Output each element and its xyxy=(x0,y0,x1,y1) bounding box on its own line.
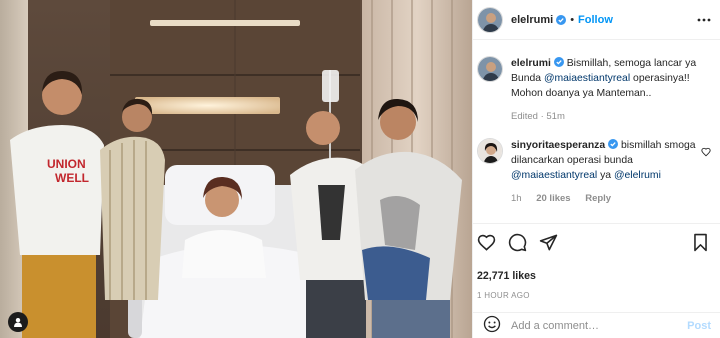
comment-icon[interactable] xyxy=(508,233,527,252)
emoji-icon[interactable] xyxy=(483,315,501,336)
post-comment-button[interactable]: Post xyxy=(687,320,711,332)
verified-icon xyxy=(553,57,564,67)
caption-row: elelrumi Bismillah, semoga lancar ya Bun… xyxy=(473,56,720,124)
action-icons xyxy=(477,232,709,252)
comment-reply-button[interactable]: Reply xyxy=(585,193,611,204)
add-comment-bar: Post xyxy=(473,312,720,338)
post-header: elelrumi • Follow xyxy=(473,0,720,40)
instagram-post: UNION WELL elelrumi • Follow elelrumi Bi… xyxy=(0,0,720,338)
bookmark-icon[interactable] xyxy=(692,233,709,252)
comment-text: sinyoritaesperanza bismillah smoga dilan… xyxy=(511,138,701,206)
comments-list: elelrumi Bismillah, semoga lancar ya Bun… xyxy=(473,56,720,206)
caption-mention[interactable]: @maiaestiantyreal xyxy=(544,73,630,84)
separator-dot: • xyxy=(570,13,575,26)
comment-username[interactable]: sinyoritaesperanza xyxy=(511,140,605,151)
svg-text:UNION: UNION xyxy=(47,157,86,171)
user-tag-icon[interactable] xyxy=(8,312,28,332)
comment-body-2: ya xyxy=(597,170,614,181)
follow-button[interactable]: Follow xyxy=(578,14,613,26)
post-side-panel: elelrumi • Follow elelrumi Bismillah, se… xyxy=(472,0,720,338)
comment-meta: 1h 20 likes Reply xyxy=(511,191,701,206)
share-icon[interactable] xyxy=(539,233,558,252)
post-timestamp: 1 HOUR AGO xyxy=(477,291,530,300)
post-actions: 22,771 likes 1 HOUR AGO xyxy=(473,223,720,300)
post-photo[interactable]: UNION WELL xyxy=(0,0,472,338)
avatar[interactable] xyxy=(477,56,503,82)
comment-input[interactable] xyxy=(511,319,688,332)
post-author-username[interactable]: elelrumi xyxy=(511,14,553,26)
hospital-room-illustration: UNION WELL xyxy=(0,0,472,338)
verified-icon xyxy=(608,139,619,149)
comment-mention-1[interactable]: @maiaestiantyreal xyxy=(511,170,597,181)
svg-text:WELL: WELL xyxy=(55,171,89,185)
caption-username[interactable]: elelrumi xyxy=(511,58,551,69)
verified-icon xyxy=(556,14,567,25)
heart-icon[interactable] xyxy=(477,233,496,252)
comment-likes[interactable]: 20 likes xyxy=(536,193,570,204)
caption-text: elelrumi Bismillah, semoga lancar ya Bun… xyxy=(511,56,711,124)
heart-icon[interactable] xyxy=(701,147,711,157)
avatar[interactable] xyxy=(477,6,503,33)
caption-meta: Edited · 51m xyxy=(511,111,565,122)
like-count[interactable]: 22,771 likes xyxy=(477,270,709,282)
more-icon[interactable] xyxy=(697,13,711,27)
comment-mention-2[interactable]: @elelrumi xyxy=(614,170,661,181)
avatar[interactable] xyxy=(477,138,503,164)
comment-time: 1h xyxy=(511,193,522,204)
comment-row: sinyoritaesperanza bismillah smoga dilan… xyxy=(473,138,720,206)
